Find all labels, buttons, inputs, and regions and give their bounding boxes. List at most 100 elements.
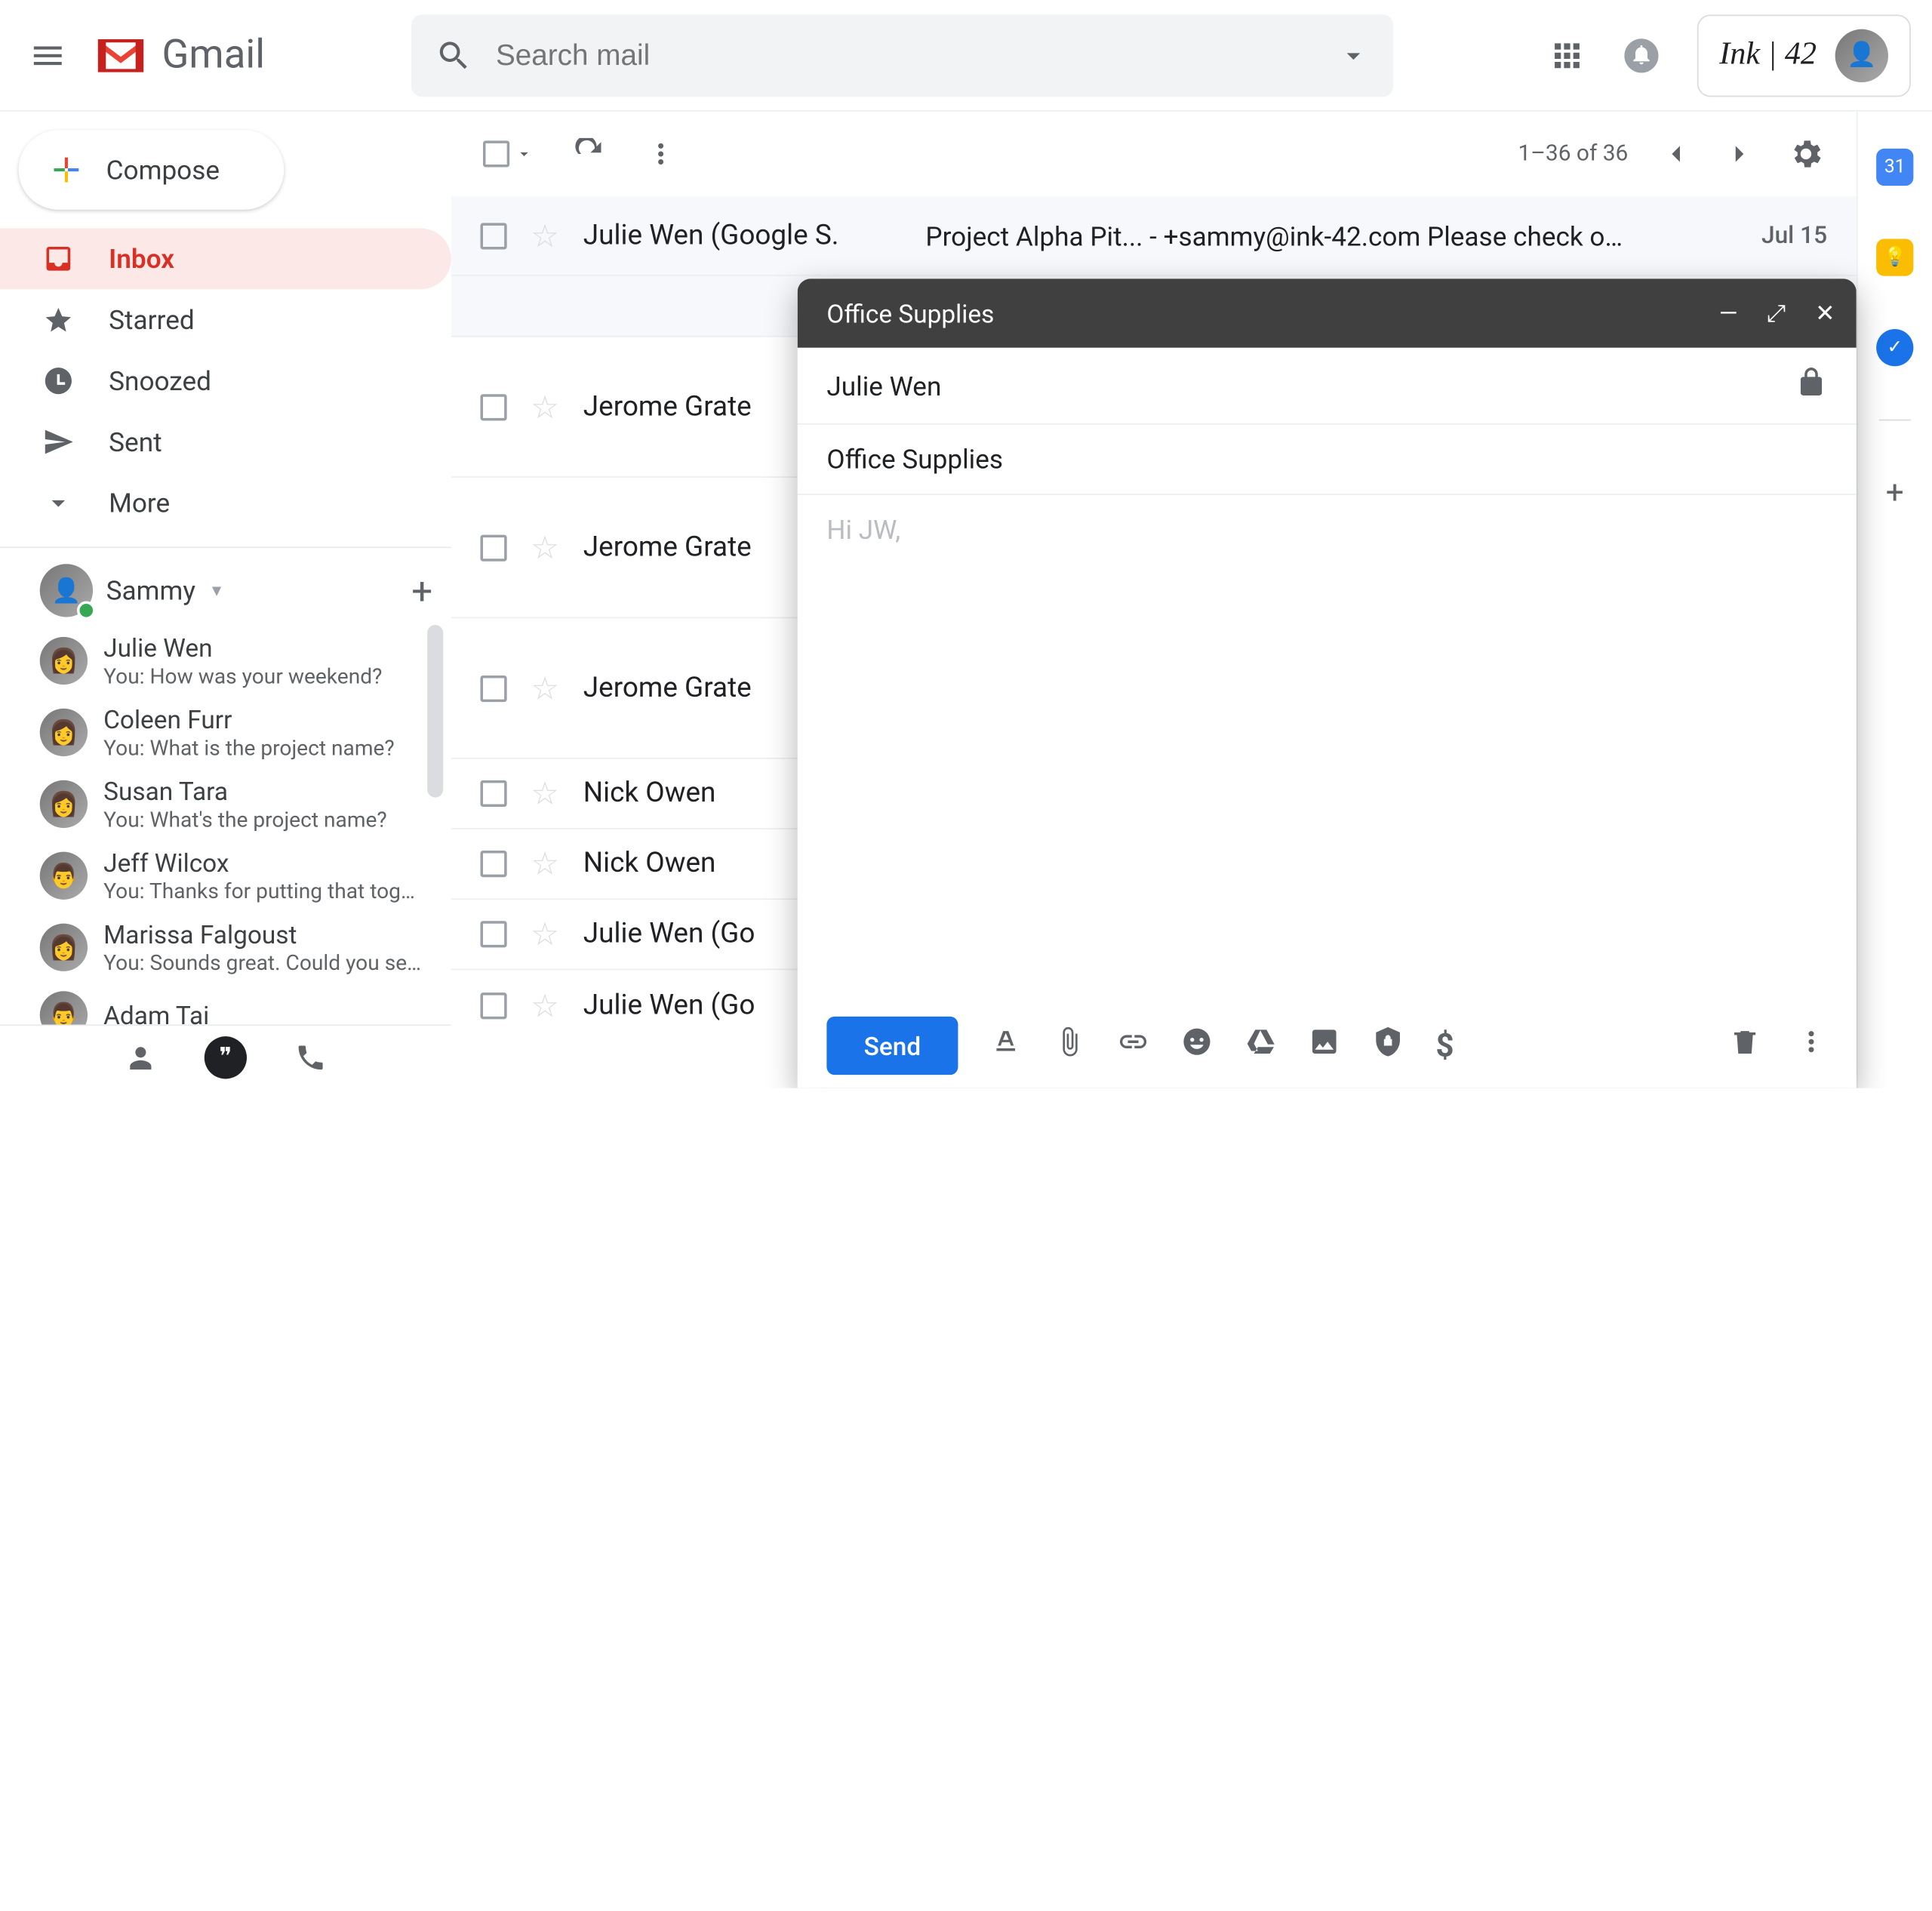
photo-icon[interactable] <box>1309 1026 1340 1066</box>
user-avatar[interactable]: 👤 <box>1835 29 1888 82</box>
calendar-icon[interactable]: 31 <box>1876 149 1913 186</box>
email-date: Jul 15 <box>1761 222 1827 250</box>
sidebar-item-starred[interactable]: Starred <box>0 289 451 350</box>
drive-icon[interactable] <box>1244 1026 1276 1066</box>
chat-preview: You: Thanks for putting that togeth <box>103 879 424 903</box>
send-button[interactable]: Send <box>826 1017 958 1075</box>
workspace-brand[interactable]: Ink | 42 👤 <box>1697 14 1911 96</box>
expand-icon[interactable]: ⤢ <box>1767 299 1786 327</box>
star-outline-icon[interactable]: ☆ <box>531 388 559 425</box>
text-format-icon[interactable] <box>990 1026 1022 1066</box>
chevron-left-icon[interactable] <box>1660 138 1692 170</box>
email-checkbox[interactable] <box>480 921 506 947</box>
email-checkbox[interactable] <box>480 992 506 1018</box>
chat-item[interactable]: 👩Susan TaraYou: What's the project name? <box>0 768 451 840</box>
email-sender: Julie Wen (Google S. <box>583 220 902 251</box>
email-checkbox[interactable] <box>480 223 506 249</box>
star-outline-icon[interactable]: ☆ <box>531 775 559 812</box>
compose-button[interactable]: Compose <box>19 130 285 209</box>
sidebar-item-sent[interactable]: Sent <box>0 411 451 472</box>
dollar-icon[interactable]: $ <box>1435 1027 1454 1064</box>
chat-item[interactable]: 👨 Jeff WilcoxYou: Thanks for putting that… <box>0 840 451 912</box>
chat-profile-header[interactable]: 👤 Sammy ▼ + <box>0 556 451 625</box>
main-menu-button[interactable] <box>16 23 79 87</box>
emoji-icon[interactable] <box>1181 1026 1213 1066</box>
more-vert-icon[interactable] <box>645 138 677 170</box>
chevron-right-icon[interactable] <box>1724 138 1755 170</box>
compose-subject-value: Office Supplies <box>826 443 1003 475</box>
star-outline-icon[interactable]: ☆ <box>531 669 559 706</box>
gmail-m-icon <box>93 34 149 76</box>
compose-subject-field[interactable]: Office Supplies <box>798 425 1857 495</box>
select-all[interactable] <box>483 140 534 167</box>
confidential-icon[interactable] <box>1372 1026 1404 1066</box>
email-checkbox[interactable] <box>480 534 506 561</box>
email-checkbox[interactable] <box>480 851 506 877</box>
star-icon <box>42 304 74 336</box>
chat-preview: You: What's the project name? <box>103 807 387 832</box>
phone-icon[interactable] <box>294 1041 326 1072</box>
star-outline-icon[interactable]: ☆ <box>531 217 559 254</box>
plus-icon[interactable]: + <box>1886 474 1904 511</box>
email-checkbox[interactable] <box>480 675 506 701</box>
email-row[interactable]: ☆ Julie Wen (Google S. Project Alpha Pit… <box>451 196 1857 275</box>
compose-body[interactable]: Hi JW, <box>798 495 1857 1003</box>
chat-item[interactable]: 👩Coleen FurrYou: What is the project nam… <box>0 697 451 768</box>
sidebar-item-label: Inbox <box>109 243 174 275</box>
sidebar-item-inbox[interactable]: Inbox <box>0 228 451 289</box>
hangouts-icon[interactable]: ❞ <box>205 1036 247 1078</box>
email-checkbox[interactable] <box>480 393 506 420</box>
chat-dropdown-icon[interactable]: ▼ <box>209 581 225 600</box>
pagination-text: 1–36 of 36 <box>1518 140 1628 167</box>
chat-item[interactable]: 👩Marissa FalgoustYou: Sounds great. Coul… <box>0 912 451 983</box>
keep-icon[interactable]: 💡 <box>1876 238 1913 275</box>
chat-item[interactable]: 👩Julie WenYou: How was your weekend? <box>0 625 451 697</box>
divider <box>0 546 451 548</box>
chat-user-avatar: 👤 <box>40 564 93 617</box>
bell-icon[interactable] <box>1623 36 1660 73</box>
search-dropdown-icon[interactable] <box>1337 39 1369 71</box>
attach-icon[interactable] <box>1054 1026 1085 1066</box>
minimize-icon[interactable]: — <box>1719 299 1738 327</box>
trash-icon[interactable] <box>1729 1026 1761 1066</box>
compose-to-field[interactable]: Julie Wen <box>798 348 1857 425</box>
tasks-icon[interactable]: ✓ <box>1876 329 1913 366</box>
chat-item[interactable]: 👨Adam Tai <box>0 983 451 1025</box>
chat-name: Jeff Wilcox <box>103 848 424 879</box>
sidebar-item-more[interactable]: More <box>0 472 451 534</box>
avatar: 👨 <box>40 852 88 900</box>
gmail-logo[interactable]: Gmail <box>93 32 265 78</box>
compose-footer: Send $ <box>798 1003 1857 1088</box>
star-outline-icon[interactable]: ☆ <box>531 845 559 882</box>
avatar: 👩 <box>40 637 88 685</box>
email-subject: Project Alpha Pit... - +sammy@ink-42.com… <box>925 220 1737 251</box>
compose-to-value: Julie Wen <box>826 370 941 402</box>
more-vert-icon[interactable] <box>1795 1026 1827 1066</box>
star-outline-icon[interactable]: ☆ <box>531 529 559 566</box>
star-outline-icon[interactable]: ☆ <box>531 986 559 1023</box>
email-checkbox[interactable] <box>480 780 506 807</box>
lock-icon[interactable] <box>1795 366 1827 405</box>
brand-label: Ink | 42 <box>1719 37 1817 72</box>
apps-grid-icon[interactable] <box>1548 36 1585 73</box>
chat-user-name: Sammy <box>106 574 195 606</box>
chat-list: 👩Julie WenYou: How was your weekend? 👩Co… <box>0 625 451 1024</box>
person-icon[interactable] <box>125 1041 156 1072</box>
new-chat-button[interactable]: + <box>411 568 432 612</box>
compose-titlebar[interactable]: Office Supplies — ⤢ ✕ <box>798 278 1857 347</box>
search-input[interactable] <box>496 38 1313 72</box>
compose-plus-icon <box>48 151 85 188</box>
gear-icon[interactable] <box>1787 135 1824 172</box>
star-outline-icon[interactable]: ☆ <box>531 915 559 952</box>
compose-body-placeholder: Hi JW, <box>826 513 900 545</box>
search-bar[interactable] <box>411 14 1392 96</box>
sidebar-item-snoozed[interactable]: Snoozed <box>0 350 451 411</box>
link-icon[interactable] <box>1117 1026 1149 1066</box>
chat-scrollbar[interactable] <box>427 625 443 798</box>
email-main: 1–36 of 36 ☆ Julie Wen (Google S. Projec… <box>451 112 1858 1088</box>
refresh-icon[interactable] <box>574 138 605 170</box>
gmail-logo-text: Gmail <box>162 32 266 78</box>
close-icon[interactable]: ✕ <box>1815 299 1835 327</box>
sidebar-item-label: Snoozed <box>109 365 211 397</box>
chat-name: Coleen Furr <box>103 705 395 735</box>
